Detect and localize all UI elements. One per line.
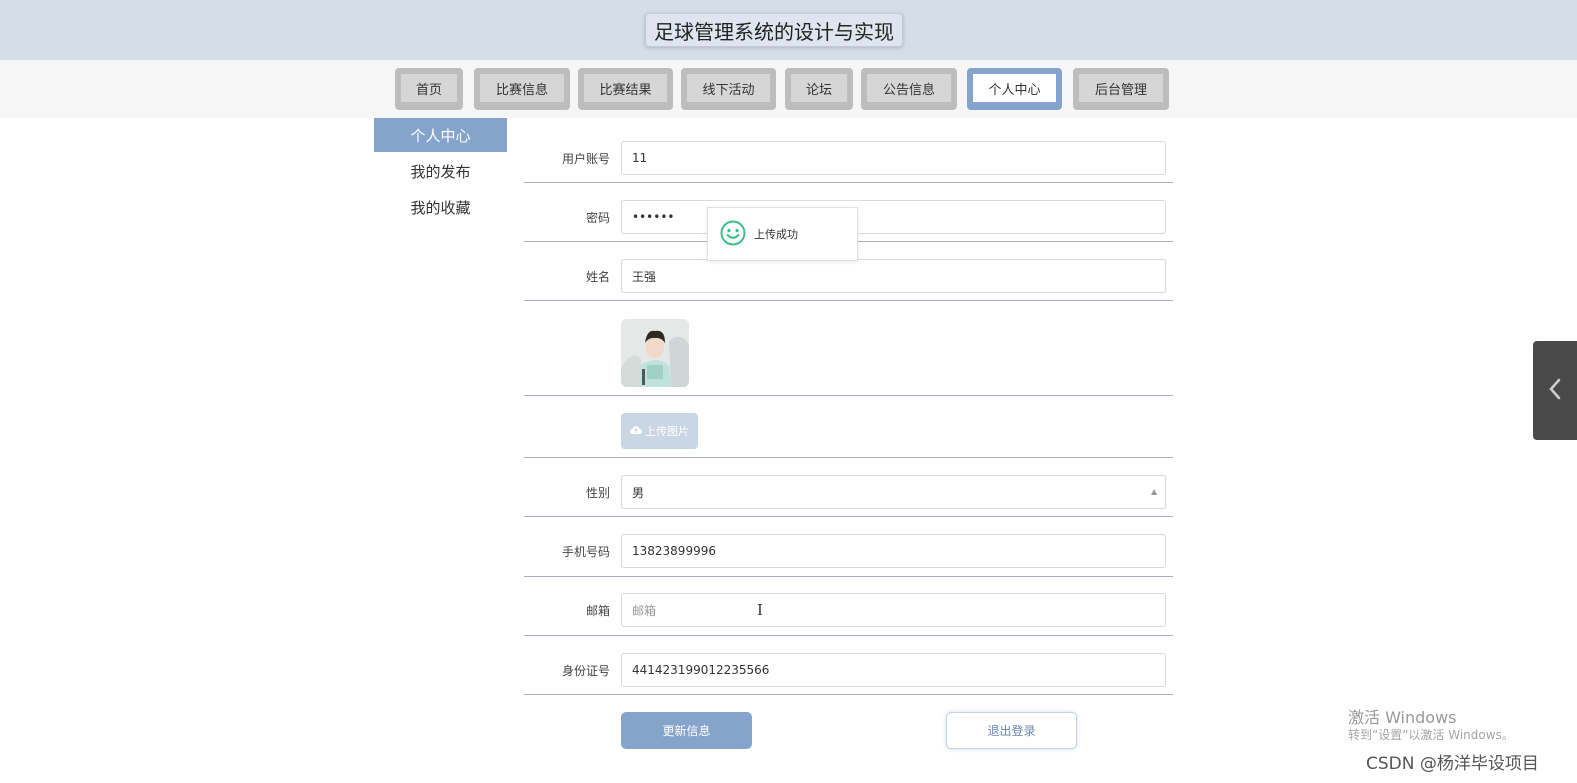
cloud-upload-icon [630, 425, 642, 438]
site-title: 足球管理系统的设计与实现 [645, 13, 903, 47]
smiley-icon [720, 220, 746, 249]
password-input[interactable]: •••••• [621, 200, 1166, 234]
nav-tab-forum[interactable]: 论坛 [785, 68, 853, 110]
name-input[interactable]: 王强 [621, 259, 1166, 293]
account-input[interactable]: 11 [621, 141, 1166, 175]
id-number-input[interactable]: 441423199012235566 [621, 653, 1166, 687]
nav-tab-announcements[interactable]: 公告信息 [861, 68, 957, 110]
upload-success-toast: 上传成功 [707, 207, 858, 261]
email-input[interactable]: 邮箱 [621, 593, 1166, 627]
nav-tab-admin[interactable]: 后台管理 [1073, 68, 1169, 110]
text-cursor-icon: I [757, 601, 763, 619]
upload-image-label: 上传图片 [645, 425, 689, 438]
csdn-watermark: CSDN @杨洋毕设项目 [1366, 754, 1539, 774]
gender-select[interactable]: 男 [621, 475, 1166, 509]
name-label: 姓名 [585, 270, 610, 284]
password-label: 密码 [585, 211, 610, 225]
nav-tab-home[interactable]: 首页 [395, 68, 463, 110]
email-label: 邮箱 [585, 604, 610, 618]
id-number-label: 身份证号 [561, 664, 610, 678]
nav-tab-offline-events[interactable]: 线下活动 [681, 68, 776, 110]
windows-activation-subtitle: 转到“设置”以激活 Windows。 [1348, 728, 1514, 742]
phone-input[interactable]: 13823899996 [621, 534, 1166, 568]
sidebar-item-personal-center[interactable]: 个人中心 [374, 118, 507, 152]
sidebar-item-my-favorites[interactable]: 我的收藏 [374, 190, 507, 224]
gender-label: 性别 [585, 486, 610, 500]
upload-image-button[interactable]: 上传图片 [621, 413, 698, 449]
sidebar-item-my-posts[interactable]: 我的发布 [374, 154, 507, 188]
nav-tab-personal-center[interactable]: 个人中心 [967, 68, 1062, 110]
avatar-image [621, 319, 689, 387]
side-panel-toggle[interactable] [1533, 341, 1577, 440]
account-label: 用户账号 [561, 152, 610, 166]
phone-label: 手机号码 [561, 545, 610, 559]
update-info-button[interactable]: 更新信息 [621, 712, 752, 749]
windows-activation-title: 激活 Windows [1348, 708, 1457, 727]
nav-tab-match-results[interactable]: 比赛结果 [578, 68, 673, 110]
toast-message: 上传成功 [754, 228, 798, 241]
chevron-left-icon [1548, 377, 1562, 405]
nav-tab-match-info[interactable]: 比赛信息 [474, 68, 570, 110]
logout-button[interactable]: 退出登录 [946, 712, 1077, 749]
caret-up-icon: ▲ [1151, 487, 1158, 496]
